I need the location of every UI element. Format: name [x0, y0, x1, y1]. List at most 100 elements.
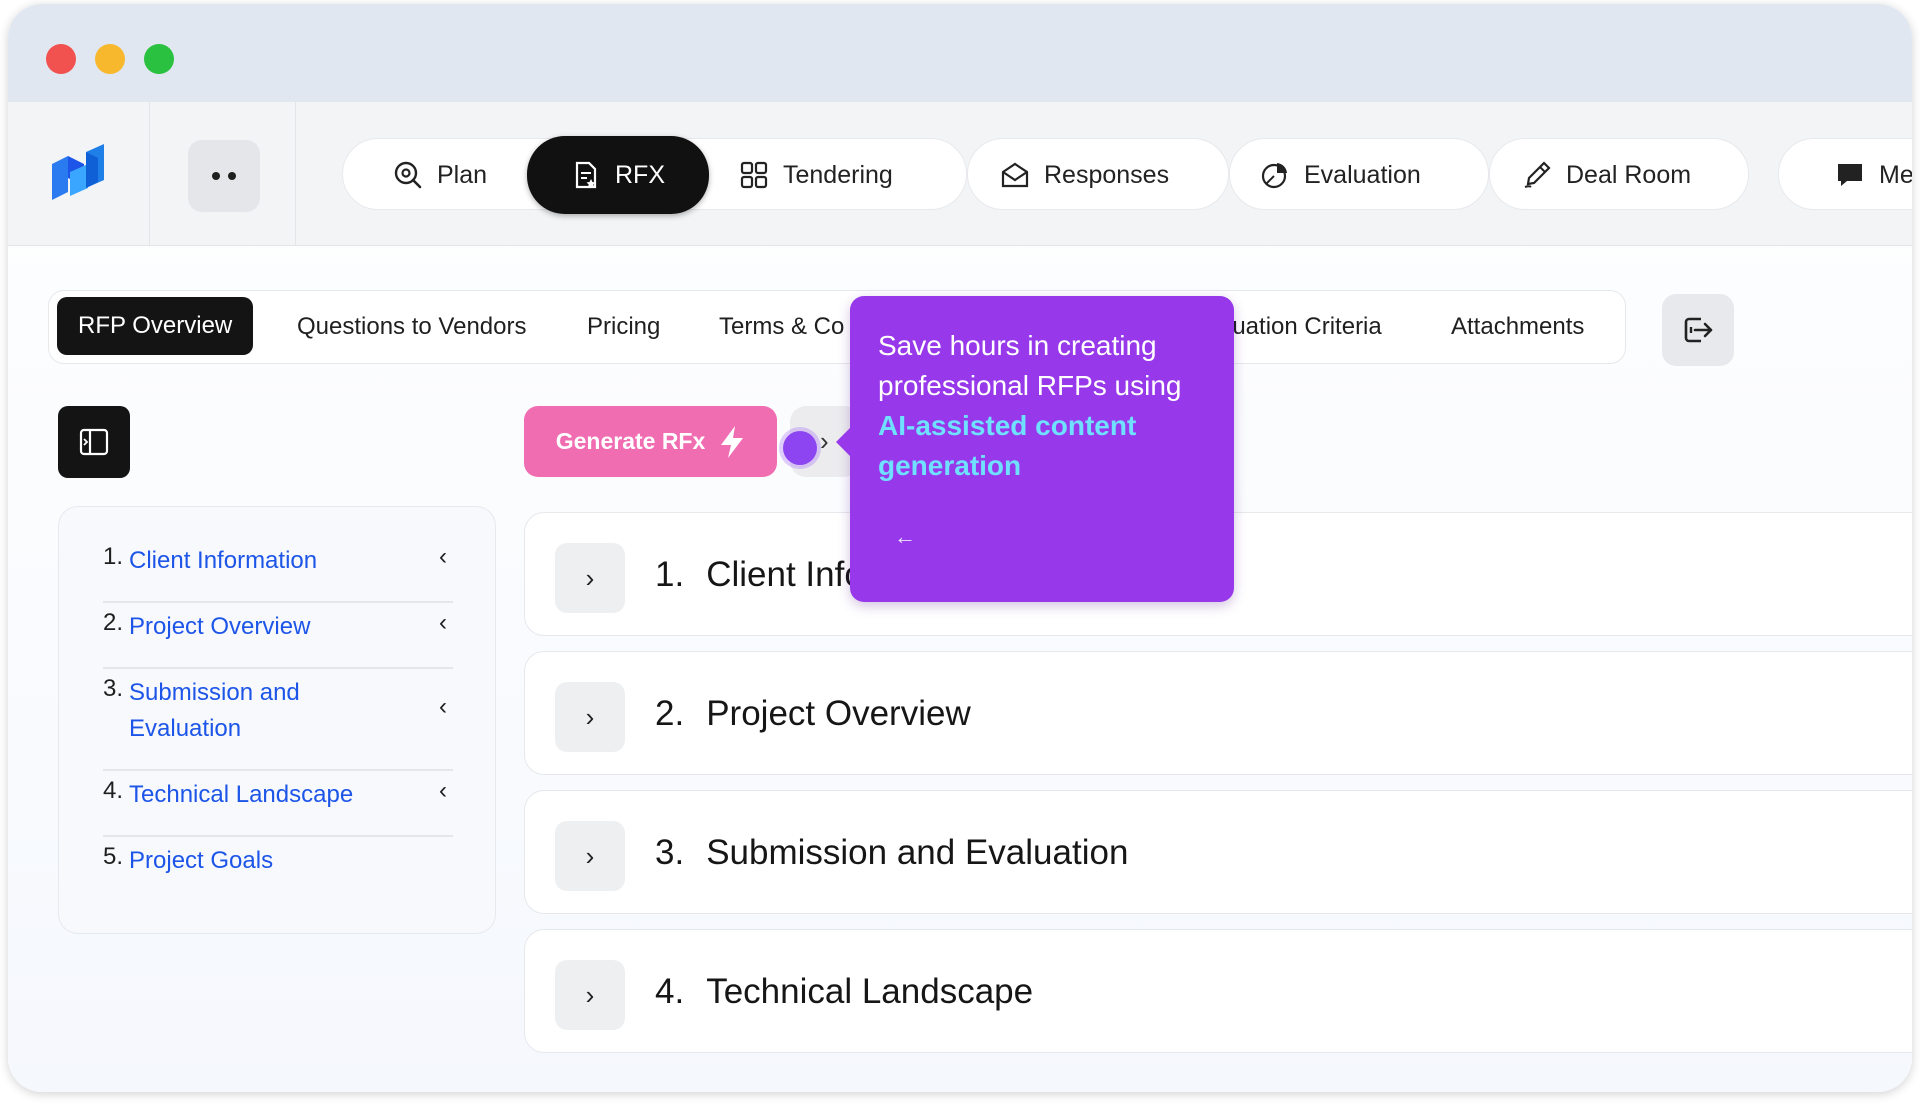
tab-pricing[interactable]: Pricing	[587, 291, 660, 363]
outline-item-client-information[interactable]: 1. Client Information ‹	[103, 543, 453, 579]
minimize-window-button[interactable]	[95, 44, 125, 74]
nav-item-label: Mes	[1879, 160, 1912, 189]
section-title-text: Submission and Evaluation	[706, 833, 1129, 872]
section-title-text: Client Info	[706, 555, 864, 594]
divider	[103, 769, 453, 771]
tab-terms-conditions[interactable]: Terms & Co	[719, 291, 844, 363]
pie-chart-icon	[1261, 163, 1287, 189]
tab-label: Pricing	[587, 313, 661, 340]
chevron-left-icon[interactable]: ‹	[439, 693, 447, 721]
chevron-right-icon: ›	[820, 426, 829, 456]
chevron-right-icon: ›	[585, 562, 595, 593]
chevron-right-icon: ›	[585, 979, 595, 1010]
section-number: 1.	[655, 555, 685, 594]
nav-item-label: Responses	[1044, 160, 1170, 189]
nav-item-label: Plan	[437, 160, 488, 189]
nav-group-deal-room: Deal Room	[1489, 138, 1749, 210]
expand-section-button[interactable]: ›	[555, 543, 625, 613]
grid-icon	[740, 161, 768, 189]
outline-item-number: 2.	[103, 609, 124, 636]
lightning-icon	[721, 425, 744, 458]
outline-item-label[interactable]: Project Goals	[129, 843, 273, 879]
outline-item-label[interactable]: Technical Landscape	[129, 777, 353, 813]
tab-questions-to-vendors[interactable]: Questions to Vendors	[297, 291, 526, 363]
section-title: 1. Client Info	[655, 513, 864, 637]
tab-label: RFP Overview	[78, 312, 233, 339]
outline-item-technical-landscape[interactable]: 4. Technical Landscape ‹	[103, 777, 453, 813]
nav-item-evaluation[interactable]: Evaluation	[1260, 139, 1421, 211]
tab-label: luation Criteria	[1227, 313, 1382, 340]
nav-item-label: Deal Room	[1566, 160, 1692, 189]
nav-item-rfx[interactable]: RFX	[527, 136, 709, 214]
generate-rfx-label: Generate RFx	[555, 428, 706, 454]
pen-icon	[1524, 161, 1551, 188]
section-card-technical-landscape[interactable]: › 4. Technical Landscape	[524, 929, 1912, 1053]
close-window-button[interactable]	[46, 44, 76, 74]
section-title-text: Project Overview	[706, 694, 971, 733]
nav-group-messages: Mes	[1778, 138, 1912, 210]
nav-group-evaluation: Evaluation	[1229, 138, 1489, 210]
dot-icon	[212, 172, 220, 180]
tab-rfp-overview[interactable]: RFP Overview	[57, 297, 254, 355]
outline-item-number: 4.	[103, 777, 124, 804]
tab-label: Terms & Co	[719, 313, 845, 340]
tab-label: Attachments	[1451, 313, 1585, 340]
expand-section-button[interactable]: ›	[555, 821, 625, 891]
section-number: 2.	[655, 694, 685, 733]
outline-panel: 1. Client Information ‹ 2. Project Overv…	[58, 506, 496, 934]
nav-item-plan[interactable]: Plan	[393, 139, 487, 211]
outline-item-project-goals[interactable]: 5. Project Goals	[103, 843, 453, 879]
section-card-submission-evaluation[interactable]: › 3. Submission and Evaluation	[524, 790, 1912, 914]
chevron-left-icon[interactable]: ‹	[439, 609, 447, 637]
section-title: 2. Project Overview	[655, 652, 971, 776]
onboarding-tooltip: Save hours in creating professional RFPs…	[836, 296, 1234, 602]
divider	[103, 601, 453, 603]
search-eye-icon	[394, 161, 422, 189]
document-star-icon	[575, 161, 597, 189]
export-icon	[1684, 317, 1713, 343]
top-navigation-bar: Plan RFX Tendering Responses Evaluation	[8, 102, 1912, 246]
tab-attachments[interactable]: Attachments	[1451, 291, 1584, 363]
outline-item-number: 3.	[103, 675, 124, 702]
expand-section-button[interactable]: ›	[555, 960, 625, 1030]
chevron-right-icon: ›	[585, 840, 595, 871]
nav-group-primary: Plan RFX Tendering	[342, 136, 967, 214]
generate-rfx-button[interactable]: Generate RFx	[524, 406, 777, 477]
tour-hotspot-indicator[interactable]	[783, 431, 817, 465]
back-arrow-icon[interactable]: ←	[894, 524, 916, 550]
sidebar-toggle-button[interactable]	[58, 406, 130, 478]
chevron-left-icon[interactable]: ‹	[439, 543, 447, 571]
nav-item-deal-room[interactable]: Deal Room	[1522, 139, 1691, 211]
expand-section-button[interactable]: ›	[555, 682, 625, 752]
nav-group-responses: Responses	[967, 138, 1229, 210]
nav-item-label: Evaluation	[1304, 160, 1421, 189]
outline-item-label[interactable]: Client Information	[129, 543, 317, 579]
app-window: Plan RFX Tendering Responses Evaluation	[8, 4, 1912, 1092]
outline-item-project-overview[interactable]: 2. Project Overview ‹	[103, 609, 453, 645]
tab-evaluation-criteria[interactable]: luation Criteria	[1227, 291, 1382, 363]
export-button[interactable]	[1662, 294, 1734, 366]
tab-label: Questions to Vendors	[297, 313, 527, 340]
tooltip-highlight: AI-assisted content generation	[878, 410, 1137, 481]
outline-item-label[interactable]: Project Overview	[129, 609, 310, 645]
sidebar-panel-icon	[79, 428, 109, 456]
section-card-project-overview[interactable]: › 2. Project Overview	[524, 651, 1912, 775]
more-options-button[interactable]	[188, 140, 260, 212]
section-number: 4.	[655, 972, 685, 1011]
outline-item-label[interactable]: Submission and Evaluation	[129, 675, 329, 747]
outline-item-submission-evaluation[interactable]: 3. Submission and Evaluation ‹	[103, 675, 453, 747]
section-title: 3. Submission and Evaluation	[655, 791, 1128, 915]
menu-cell	[150, 102, 296, 246]
chevron-right-icon: ›	[585, 701, 595, 732]
section-title: 4. Technical Landscape	[655, 930, 1033, 1054]
outline-item-number: 1.	[103, 543, 124, 570]
dot-icon	[228, 172, 236, 180]
outline-item-number: 5.	[103, 843, 124, 870]
app-logo-icon[interactable]	[48, 142, 108, 208]
nav-item-responses[interactable]: Responses	[1000, 139, 1169, 211]
nav-item-tendering[interactable]: Tendering	[739, 139, 893, 211]
rfp-section-tabs: RFP Overview Questions to Vendors Pricin…	[48, 290, 1626, 364]
nav-item-messages[interactable]: Mes	[1835, 139, 1912, 211]
maximize-window-button[interactable]	[144, 44, 174, 74]
chevron-left-icon[interactable]: ‹	[439, 777, 447, 805]
